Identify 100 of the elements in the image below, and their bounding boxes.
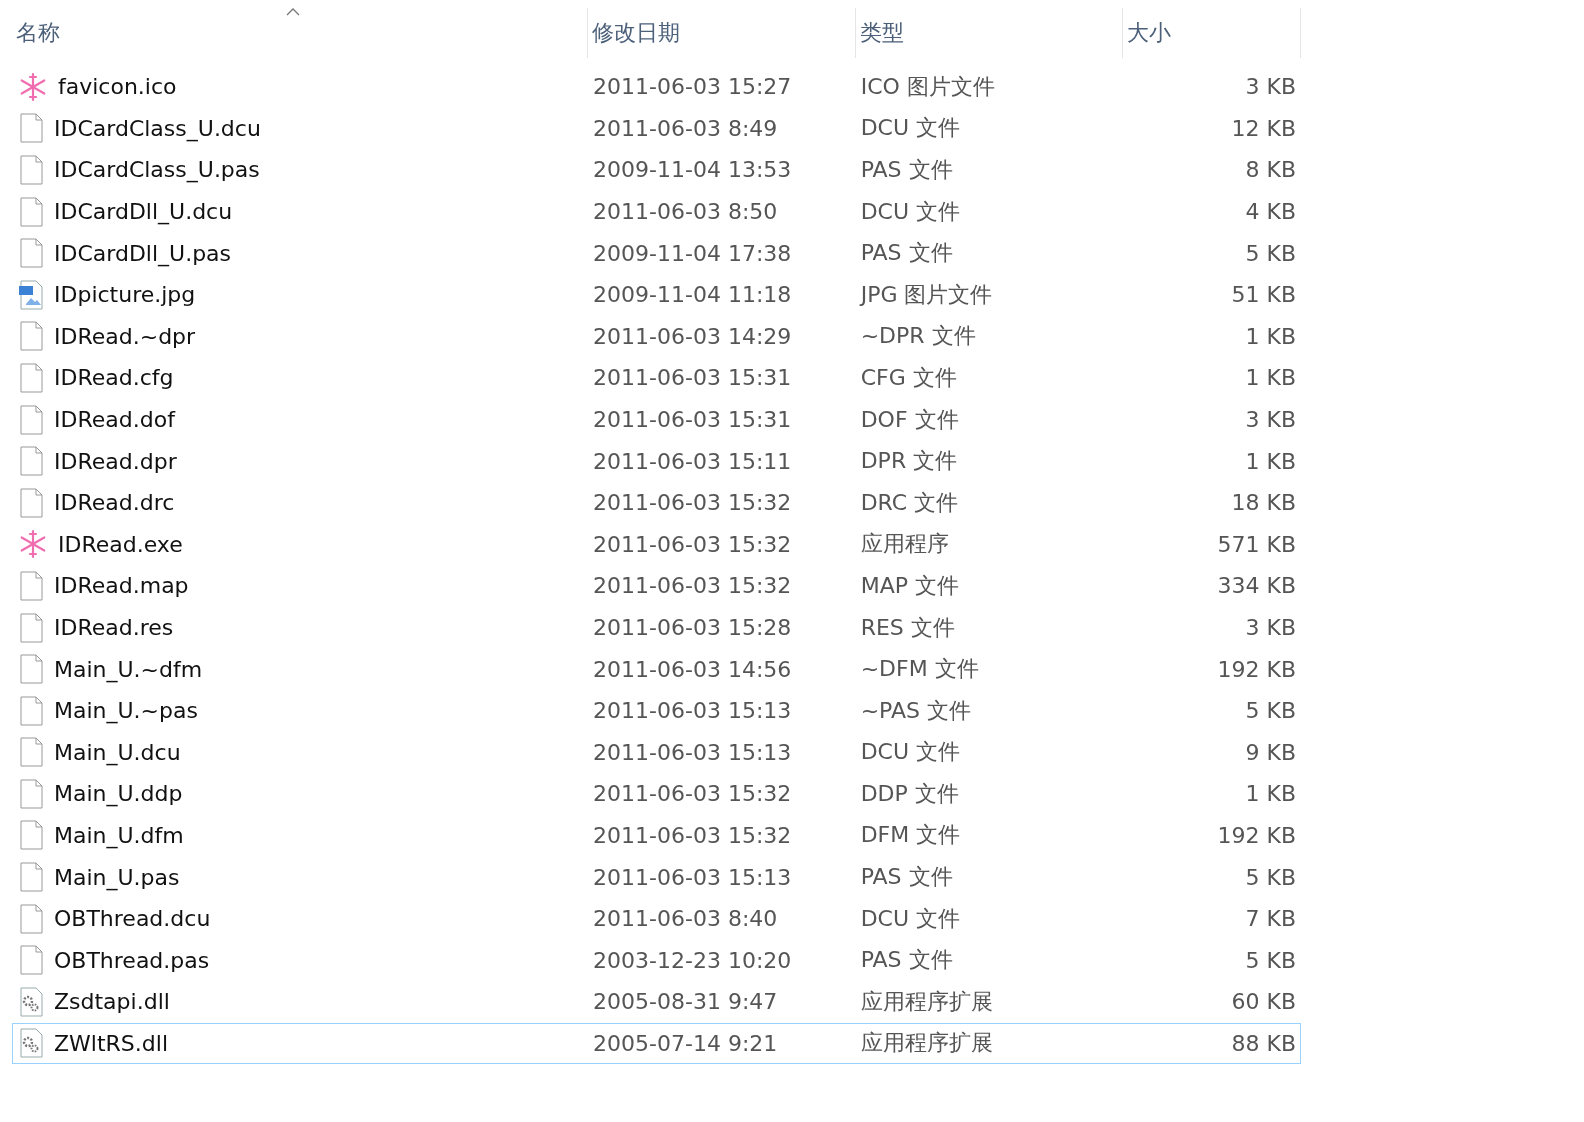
file-row[interactable]: OBThread.pas 2003-12-23 10:20 PAS 文件 5 KB xyxy=(12,939,1301,982)
file-row[interactable]: IDpicture.jpg 2009-11-04 11:18 JPG 图片文件 51 KB xyxy=(12,273,1301,316)
file-size: 5 KB xyxy=(1245,240,1296,266)
file-row[interactable]: Main_U.~dfm 2011-06-03 14:56 ~DFM 文件 192 KB xyxy=(12,648,1301,690)
file-type: ~DPR 文件 xyxy=(860,322,976,351)
file-row[interactable]: IDRead.cfg 2011-06-03 15:31 CFG 文件 1 KB xyxy=(12,357,1301,399)
file-name: IDRead.exe xyxy=(58,531,183,557)
column-header[interactable]: 名称 xyxy=(12,8,587,58)
modified-date: 2005-08-31 9:47 xyxy=(593,989,778,1015)
modified-date: 2011-06-03 8:50 xyxy=(593,199,778,225)
document-icon xyxy=(18,778,44,809)
file-row[interactable]: IDRead.exe 2011-06-03 15:32 应用程序 571 KB xyxy=(12,523,1301,566)
document-icon xyxy=(18,155,44,185)
modified-date: 2011-06-03 15:32 xyxy=(593,823,792,848)
file-size: 1 KB xyxy=(1245,448,1296,474)
file-name: IDRead.map xyxy=(54,573,189,599)
file-size: 1 KB xyxy=(1245,365,1296,391)
file-type: 应用程序扩展 xyxy=(860,1029,993,1058)
file-type: DCU 文件 xyxy=(860,197,961,226)
column-header[interactable]: 修改日期 xyxy=(588,8,855,58)
file-row[interactable]: IDCardClass_U.dcu 2011-06-03 8:49 DCU 文件 12 KB xyxy=(12,107,1301,150)
document-icon xyxy=(18,737,44,768)
file-name: IDRead.~dpr xyxy=(54,323,196,349)
column-header[interactable]: 类型 xyxy=(856,8,1122,58)
file-type: PAS 文件 xyxy=(860,239,953,268)
file-row[interactable]: ZWltRS.dll 2005-07-14 9:21 应用程序扩展 88 KB xyxy=(12,1022,1301,1065)
modified-date: 2009-11-04 17:38 xyxy=(593,240,792,266)
file-size: 1 KB xyxy=(1245,781,1296,807)
file-type: ~PAS 文件 xyxy=(860,696,971,725)
file-row[interactable]: IDRead.dof 2011-06-03 15:31 DOF 文件 3 KB xyxy=(12,398,1301,441)
file-size: 5 KB xyxy=(1245,864,1296,890)
file-row[interactable]: OBThread.dcu 2011-06-03 8:40 DCU 文件 7 KB xyxy=(12,897,1301,940)
modified-date: 2011-06-03 8:40 xyxy=(593,906,778,932)
file-row[interactable]: Main_U.~pas 2011-06-03 15:13 ~PAS 文件 5 KB xyxy=(12,689,1301,732)
file-row[interactable]: Main_U.dfm 2011-06-03 15:32 DFM 文件 192 KB xyxy=(12,814,1301,857)
file-size: 18 KB xyxy=(1231,490,1296,516)
file-name: Main_U.ddp xyxy=(54,781,183,807)
file-size: 5 KB xyxy=(1245,947,1296,973)
document-icon xyxy=(18,612,44,643)
file-name: IDpicture.jpg xyxy=(54,282,196,308)
file-type: ~DFM 文件 xyxy=(860,655,979,684)
file-size: 12 KB xyxy=(1231,115,1296,141)
file-row[interactable]: favicon.ico 2011-06-03 15:27 ICO 图片文件 3 KB xyxy=(12,66,1301,108)
modified-date: 2011-06-03 14:29 xyxy=(593,323,792,349)
file-row[interactable]: Main_U.ddp 2011-06-03 15:32 DDP 文件 1 KB xyxy=(12,773,1301,815)
file-row[interactable]: Main_U.dcu 2011-06-03 15:13 DCU 文件 9 KB xyxy=(12,731,1301,774)
modified-date: 2009-11-04 13:53 xyxy=(593,157,792,183)
file-size: 3 KB xyxy=(1245,74,1296,100)
file-row[interactable]: IDCardDll_U.dcu 2011-06-03 8:50 DCU 文件 4 KB xyxy=(12,190,1301,233)
document-icon xyxy=(18,196,44,227)
file-type: DCU 文件 xyxy=(860,738,961,767)
file-row[interactable]: IDCardDll_U.pas 2009-11-04 17:38 PAS 文件 5 KB xyxy=(12,232,1301,274)
document-icon xyxy=(18,487,44,518)
file-type: DFM 文件 xyxy=(860,821,961,850)
modified-date: 2011-06-03 15:32 xyxy=(593,531,792,557)
modified-date: 2011-06-03 15:13 xyxy=(593,739,792,765)
document-icon xyxy=(18,321,44,352)
file-name: IDCardClass_U.dcu xyxy=(54,115,261,141)
file-row[interactable]: Zsdtapi.dll 2005-08-31 9:47 应用程序扩展 60 KB xyxy=(12,981,1301,1023)
modified-date: 2011-06-03 15:27 xyxy=(593,74,792,100)
file-name: IDCardDll_U.pas xyxy=(54,240,232,266)
file-type: JPG 图片文件 xyxy=(860,280,993,309)
modified-date: 2011-06-03 15:32 xyxy=(593,490,792,516)
file-type: PAS 文件 xyxy=(860,946,953,975)
file-row[interactable]: IDRead.~dpr 2011-06-03 14:29 ~DPR 文件 1 KB xyxy=(12,315,1301,358)
file-size: 192 KB xyxy=(1217,656,1296,682)
document-icon xyxy=(18,113,44,144)
modified-date: 2005-07-14 9:21 xyxy=(593,1030,778,1056)
file-name: Main_U.~pas xyxy=(54,698,198,724)
file-size: 5 KB xyxy=(1245,698,1296,724)
file-name: IDCardDll_U.dcu xyxy=(54,199,233,225)
file-row[interactable]: IDRead.map 2011-06-03 15:32 MAP 文件 334 KB xyxy=(12,565,1301,607)
file-name: IDCardClass_U.pas xyxy=(54,157,260,183)
file-name: OBThread.dcu xyxy=(54,906,211,932)
file-row[interactable]: IDCardClass_U.pas 2009-11-04 13:53 PAS 文件 8 KB xyxy=(12,149,1301,191)
file-name: Main_U.dfm xyxy=(54,823,184,848)
file-row[interactable]: Main_U.pas 2011-06-03 15:13 PAS 文件 5 KB xyxy=(12,856,1301,898)
file-size: 3 KB xyxy=(1245,407,1296,433)
modified-date: 2011-06-03 15:31 xyxy=(593,407,792,433)
file-row[interactable]: IDRead.res 2011-06-03 15:28 RES 文件 3 KB xyxy=(12,606,1301,649)
document-icon xyxy=(18,404,44,435)
column-header[interactable]: 大小 xyxy=(1123,8,1300,58)
file-size: 4 KB xyxy=(1245,199,1296,225)
file-type: RES 文件 xyxy=(860,613,955,642)
modified-date: 2011-06-03 15:13 xyxy=(593,864,792,890)
file-row[interactable]: IDRead.drc 2011-06-03 15:32 DRC 文件 18 KB xyxy=(12,481,1301,524)
file-size: 1 KB xyxy=(1245,323,1296,349)
file-name: Main_U.pas xyxy=(54,864,180,890)
file-type: ICO 图片文件 xyxy=(860,72,995,101)
file-size: 7 KB xyxy=(1245,906,1296,932)
file-type: DRC 文件 xyxy=(860,488,959,517)
file-name: Main_U.dcu xyxy=(54,739,181,765)
file-row[interactable]: IDRead.dpr 2011-06-03 15:11 DPR 文件 1 KB xyxy=(12,440,1301,482)
file-size: 60 KB xyxy=(1231,989,1296,1015)
file-size: 9 KB xyxy=(1245,739,1296,765)
file-size: 3 KB xyxy=(1245,615,1296,640)
modified-date: 2011-06-03 8:49 xyxy=(593,115,778,141)
file-name: favicon.ico xyxy=(58,74,177,100)
gear-file-icon xyxy=(18,1028,44,1059)
file-type: MAP 文件 xyxy=(860,571,959,600)
